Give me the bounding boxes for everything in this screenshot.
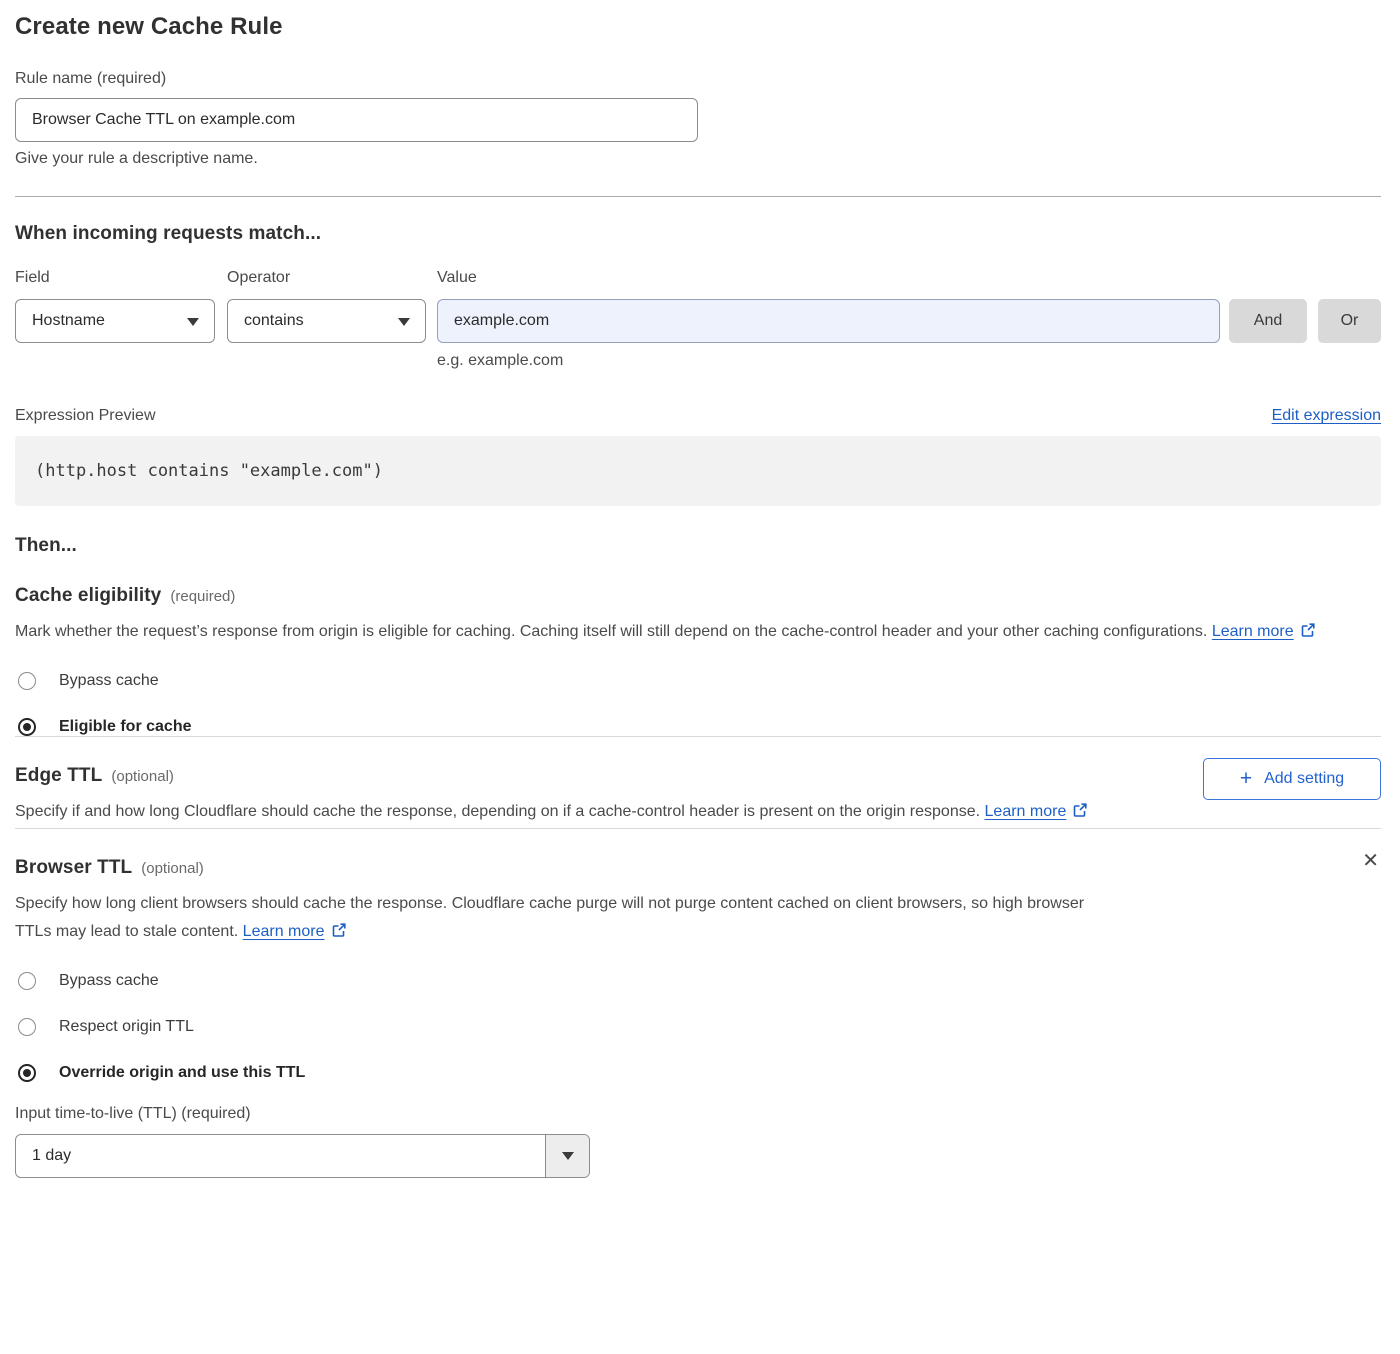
- radio-icon: [18, 672, 36, 690]
- create-cache-rule-form: Create new Cache Rule Rule name (require…: [0, 0, 1400, 1196]
- ttl-select-arrow[interactable]: [545, 1135, 589, 1177]
- chevron-down-icon: [398, 318, 410, 326]
- radio-label: Override origin and use this TTL: [59, 1064, 305, 1082]
- add-setting-button[interactable]: + Add setting: [1203, 758, 1381, 800]
- ttl-input-section: Input time-to-live (TTL) (required) 1 da…: [15, 1105, 1381, 1178]
- then-heading: Then...: [15, 535, 1381, 557]
- or-button[interactable]: Or: [1318, 299, 1381, 343]
- expression-header: Expression Preview Edit expression: [15, 407, 1381, 425]
- rule-name-label: Rule name (required): [15, 70, 166, 87]
- required-tag: (required): [170, 588, 235, 605]
- field-select-value: Hostname: [32, 312, 105, 330]
- cache-eligibility-description-text: Mark whether the request’s response from…: [15, 623, 1207, 640]
- radio-bypass-cache[interactable]: Bypass cache: [15, 672, 1381, 690]
- operator-select[interactable]: contains: [227, 299, 426, 343]
- edge-ttl-description: Specify if and how long Cloudflare shoul…: [15, 798, 1088, 828]
- match-heading: When incoming requests match...: [15, 223, 1381, 245]
- field-select[interactable]: Hostname: [15, 299, 215, 343]
- browser-ttl-title: Browser TTL: [15, 857, 132, 879]
- radio-label: Respect origin TTL: [59, 1018, 194, 1036]
- cache-eligibility-description: Mark whether the request’s response from…: [15, 618, 1355, 648]
- edge-ttl-content: Edge TTL (optional) Specify if and how l…: [15, 737, 1088, 828]
- edge-ttl-section: Edge TTL (optional) Specify if and how l…: [15, 737, 1381, 828]
- cache-eligibility-options: Bypass cache Eligible for cache: [15, 672, 1381, 736]
- browser-ttl-description: Specify how long client browsers should …: [15, 890, 1095, 948]
- edge-ttl-learn-more-link[interactable]: Learn more: [985, 803, 1067, 820]
- value-input[interactable]: [437, 299, 1220, 343]
- close-icon: ✕: [1362, 850, 1379, 872]
- rule-name-section: Rule name (required) Give your rule a de…: [15, 70, 1381, 168]
- ttl-label: Input time-to-live (TTL) (required): [15, 1105, 251, 1122]
- edge-ttl-description-text: Specify if and how long Cloudflare shoul…: [15, 803, 980, 820]
- radio-eligible-for-cache[interactable]: Eligible for cache: [15, 718, 1381, 736]
- operator-label: Operator: [227, 269, 426, 287]
- page-title: Create new Cache Rule: [15, 13, 1381, 41]
- chevron-down-icon: [187, 318, 199, 326]
- browser-ttl-section: Browser TTL (optional) Specify how long …: [15, 829, 1381, 948]
- radio-icon: [18, 972, 36, 990]
- cache-eligibility-header: Cache eligibility (required): [15, 585, 1381, 607]
- browser-ttl-content: Browser TTL (optional) Specify how long …: [15, 829, 1095, 948]
- radio-label: Bypass cache: [59, 972, 159, 990]
- optional-tag: (optional): [111, 768, 174, 785]
- radio-label: Eligible for cache: [59, 718, 191, 736]
- ttl-select[interactable]: 1 day: [15, 1134, 590, 1178]
- cache-eligibility-title: Cache eligibility: [15, 585, 161, 607]
- field-label: Field: [15, 269, 215, 287]
- operator-column: Operator contains: [227, 269, 426, 343]
- browser-ttl-description-text: Specify how long client browsers should …: [15, 895, 1084, 940]
- browser-ttl-header: Browser TTL (optional): [15, 857, 1095, 879]
- value-help: e.g. example.com: [437, 352, 1381, 370]
- and-button[interactable]: And: [1229, 299, 1307, 343]
- edge-ttl-title: Edge TTL: [15, 765, 102, 787]
- optional-tag: (optional): [141, 860, 204, 877]
- browser-ttl-options: Bypass cache Respect origin TTL Override…: [15, 972, 1381, 1082]
- add-setting-label: Add setting: [1264, 770, 1344, 788]
- operator-select-value: contains: [244, 312, 304, 330]
- rule-name-help: Give your rule a descriptive name.: [15, 150, 1381, 168]
- expression-preview-label: Expression Preview: [15, 407, 156, 425]
- condition-row: Field Hostname Operator contains Value A…: [15, 269, 1381, 343]
- remove-browser-ttl-button[interactable]: ✕: [1360, 849, 1381, 873]
- external-link-icon: [1072, 800, 1088, 828]
- value-label: Value: [437, 269, 1220, 287]
- chevron-down-icon: [562, 1152, 574, 1160]
- cache-eligibility-learn-more-link[interactable]: Learn more: [1212, 623, 1294, 640]
- radio-icon: [18, 1018, 36, 1036]
- plus-icon: +: [1240, 768, 1252, 789]
- browser-ttl-learn-more-link[interactable]: Learn more: [243, 923, 325, 940]
- rule-name-input[interactable]: [15, 98, 698, 142]
- radio-label: Bypass cache: [59, 672, 159, 690]
- ttl-select-value: 1 day: [32, 1147, 71, 1165]
- edge-ttl-header: Edge TTL (optional): [15, 765, 1088, 787]
- external-link-icon: [331, 920, 347, 948]
- radio-override-origin-ttl[interactable]: Override origin and use this TTL: [15, 1064, 1381, 1082]
- radio-bypass-cache[interactable]: Bypass cache: [15, 972, 1381, 990]
- value-column: Value: [437, 269, 1220, 343]
- expression-code: (http.host contains "example.com"): [15, 436, 1381, 506]
- external-link-icon: [1300, 620, 1316, 648]
- radio-icon: [18, 1064, 36, 1082]
- radio-icon: [18, 718, 36, 736]
- section-divider: [15, 196, 1381, 197]
- radio-respect-origin-ttl[interactable]: Respect origin TTL: [15, 1018, 1381, 1036]
- edit-expression-link[interactable]: Edit expression: [1272, 407, 1381, 425]
- field-column: Field Hostname: [15, 269, 215, 343]
